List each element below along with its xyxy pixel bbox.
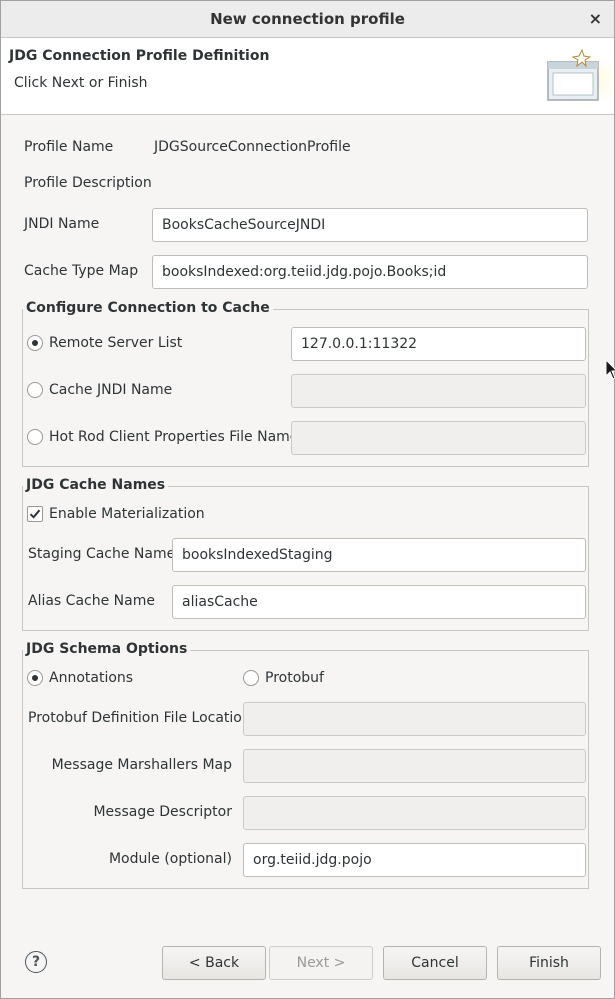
cache-jndi-label: Cache JNDI Name [49, 382, 173, 398]
profile-description-label: Profile Description [24, 175, 152, 191]
message-descriptor-label: Message Descriptor [93, 804, 232, 820]
staging-cache-label: Staging Cache Name [28, 546, 176, 562]
remote-server-label: Remote Server List [49, 335, 183, 351]
banner-subtitle: Click Next or Finish [14, 75, 148, 91]
back-button[interactable]: < Back [162, 946, 266, 980]
module-label: Module (optional) [108, 851, 232, 867]
title-bar: New connection profile × [1, 1, 614, 38]
enable-materialization-label: Enable Materialization [49, 506, 205, 522]
annotations-radio[interactable] [27, 670, 43, 686]
cache-type-map-input[interactable]: booksIndexed:org.teiid.jdg.pojo.Books;id [152, 255, 588, 289]
mouse-pointer-icon [605, 359, 615, 380]
module-input[interactable]: org.teiid.jdg.pojo [243, 843, 586, 877]
annotations-label: Annotations [49, 670, 134, 686]
hotrod-properties-input[interactable] [291, 421, 586, 455]
wizard-image-icon [547, 48, 614, 108]
cache-names-group-title: JDG Cache Names [23, 477, 169, 493]
cache-jndi-input[interactable] [291, 374, 586, 408]
message-descriptor-input[interactable] [243, 796, 586, 830]
cache-jndi-radio[interactable] [27, 382, 43, 398]
banner-title: JDG Connection Profile Definition [9, 48, 270, 64]
marshallers-map-label: Message Marshallers Map [51, 757, 232, 773]
profile-name-label: Profile Name [24, 139, 114, 155]
profile-name-value: JDGSourceConnectionProfile [154, 139, 351, 155]
protobuf-location-label: Protobuf Definition File Location [28, 710, 251, 726]
next-button[interactable]: Next > [269, 946, 373, 980]
close-icon[interactable]: × [589, 9, 602, 28]
protobuf-label: Protobuf [265, 670, 324, 686]
cache-type-map-label: Cache Type Map [24, 263, 139, 279]
dialog-window: New connection profile × JDG Connection … [0, 0, 615, 999]
cancel-button[interactable]: Cancel [383, 946, 487, 980]
finish-button[interactable]: Finish [497, 946, 601, 980]
hotrod-properties-label: Hot Rod Client Properties File Name [49, 429, 299, 445]
staging-cache-input[interactable]: booksIndexedStaging [172, 538, 586, 572]
hotrod-properties-radio[interactable] [27, 429, 43, 445]
protobuf-location-input[interactable] [243, 702, 586, 736]
protobuf-radio[interactable] [243, 670, 259, 686]
remote-server-input[interactable]: 127.0.0.1:11322 [291, 327, 586, 361]
schema-options-group-title: JDG Schema Options [23, 641, 191, 657]
checkmark-icon [29, 509, 41, 519]
wizard-banner: JDG Connection Profile Definition Click … [1, 38, 614, 115]
enable-materialization-checkbox[interactable] [27, 506, 43, 522]
window-title: New connection profile [210, 10, 405, 28]
help-icon[interactable]: ? [25, 951, 47, 973]
remote-server-radio[interactable] [27, 335, 43, 351]
jndi-name-input[interactable]: BooksCacheSourceJNDI [152, 208, 588, 242]
alias-cache-label: Alias Cache Name [28, 593, 155, 609]
jndi-name-label: JNDI Name [24, 216, 100, 232]
alias-cache-input[interactable]: aliasCache [172, 585, 586, 619]
marshallers-map-input[interactable] [243, 749, 586, 783]
connection-group-title: Configure Connection to Cache [23, 300, 273, 316]
